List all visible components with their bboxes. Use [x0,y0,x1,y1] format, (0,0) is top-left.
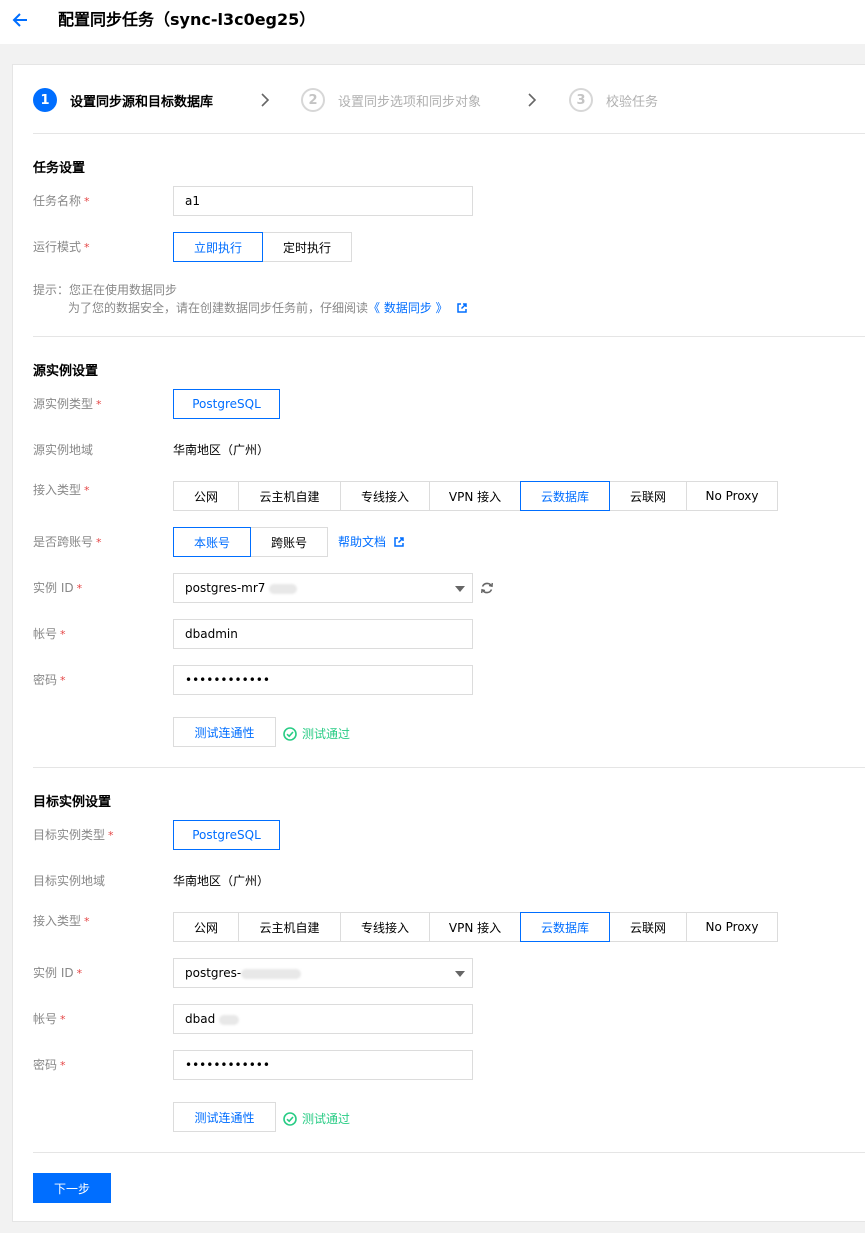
source-type-label: 源实例类型 * [33,397,102,411]
target-password-label: 密码 * [33,1058,66,1072]
access-vpn[interactable]: VPN 接入 [429,912,521,942]
dropdown-arrow-icon [455,586,465,592]
divider [33,767,865,768]
target-access-group: 公网 云主机自建 专线接入 VPN 接入 云数据库 云联网 No Proxy [173,912,778,942]
access-public[interactable]: 公网 [173,481,239,511]
hint-line-1: 提示：您正在使用数据同步 [33,283,178,297]
divider [33,133,865,134]
step-1-number: 1 [33,88,57,112]
main-panel: 1 设置同步源和目标数据库 2 设置同步选项和同步对象 3 校验任务 任务设置 … [12,64,865,1222]
target-type-postgresql[interactable]: PostgreSQL [173,820,280,850]
task-name-label: 任务名称 * [33,194,90,208]
source-instance-label: 实例 ID * [33,581,83,595]
target-type-label: 目标实例类型 * [33,828,114,842]
same-account-button[interactable]: 本账号 [173,527,251,557]
cross-account-label: 是否跨账号 * [33,535,102,549]
refresh-icon[interactable] [480,581,494,595]
step-1-label: 设置同步源和目标数据库 [70,94,214,110]
target-region-value: 华南地区（广州） [173,874,270,888]
page-title: 配置同步任务（sync-l3c0eg25） [58,10,316,29]
step-3-number: 3 [569,88,593,112]
step-2-label: 设置同步选项和同步对象 [338,94,482,110]
top-bar: 配置同步任务（sync-l3c0eg25） [0,0,865,44]
task-section-title: 任务设置 [33,161,86,176]
run-now-button[interactable]: 立即执行 [173,232,263,262]
cross-account-button[interactable]: 跨账号 [250,527,328,557]
target-account-label: 帐号 * [33,1012,66,1026]
source-account-input[interactable]: dbadmin [173,619,473,649]
access-direct-connect[interactable]: 专线接入 [340,481,430,511]
access-cloud-database[interactable]: 云数据库 [520,481,610,511]
redacted-mask [241,968,302,979]
access-direct-connect[interactable]: 专线接入 [340,912,430,942]
source-test-result: 测试通过 [283,725,350,742]
redacted-mask [219,1014,240,1025]
external-link-icon[interactable] [457,303,468,313]
data-sync-doc-link[interactable]: 《 数据同步 》 [368,301,448,315]
step-2: 2 设置同步选项和同步对象 [301,88,481,112]
hint-line-2: 为了您的数据安全，请在创建数据同步任务前，仔细阅读《 数据同步 》 [33,299,468,317]
divider [33,1152,865,1153]
source-password-input[interactable]: •••••••••••• [173,665,473,695]
target-region-label: 目标实例地域 [33,874,106,888]
source-access-label: 接入类型 * [33,483,90,497]
target-instance-label: 实例 ID * [33,966,83,980]
dropdown-arrow-icon [455,971,465,977]
run-mode-label: 运行模式 * [33,240,90,254]
access-cvm-self-built[interactable]: 云主机自建 [238,481,341,511]
source-instance-select[interactable]: postgres-mr7 [173,573,473,603]
run-mode-group: 立即执行 定时执行 [173,232,352,262]
access-cvm-self-built[interactable]: 云主机自建 [238,912,341,942]
source-account-label: 帐号 * [33,627,66,641]
access-public[interactable]: 公网 [173,912,239,942]
source-type-postgresql[interactable]: PostgreSQL [173,389,280,419]
source-access-group: 公网 云主机自建 专线接入 VPN 接入 云数据库 云联网 No Proxy [173,481,778,511]
step-3-label: 校验任务 [606,94,659,110]
target-account-input[interactable]: dbad [173,1004,473,1034]
access-no-proxy[interactable]: No Proxy [686,481,778,511]
target-password-input[interactable]: •••••••••••• [173,1050,473,1080]
access-no-proxy[interactable]: No Proxy [686,912,778,942]
source-test-connection-button[interactable]: 测试连通性 [173,717,276,747]
chevron-right-icon [261,93,270,107]
scheduled-run-button[interactable]: 定时执行 [262,232,352,262]
target-access-label: 接入类型 * [33,914,90,928]
divider [33,336,865,337]
chevron-right-icon [528,93,537,107]
help-doc-link[interactable]: 帮助文档 [338,534,404,550]
back-arrow-icon[interactable] [10,9,32,31]
step-1: 1 设置同步源和目标数据库 [33,88,213,112]
check-circle-icon [283,726,297,741]
cross-account-group: 本账号 跨账号 [173,527,328,557]
step-3: 3 校验任务 [569,88,658,112]
access-ccn[interactable]: 云联网 [609,912,687,942]
task-name-input[interactable]: a1 [173,186,473,216]
source-section-title: 源实例设置 [33,364,99,379]
next-step-button[interactable]: 下一步 [33,1173,111,1203]
target-section-title: 目标实例设置 [33,795,112,810]
source-region-label: 源实例地域 [33,443,94,457]
target-instance-select[interactable]: postgres- [173,958,473,988]
redacted-mask [269,583,298,594]
check-circle-icon [283,1111,297,1126]
source-password-label: 密码 * [33,673,66,687]
access-cloud-database[interactable]: 云数据库 [520,912,610,942]
hint-text: 提示：您正在使用数据同步 为了您的数据安全，请在创建数据同步任务前，仔细阅读《 … [33,281,468,317]
access-ccn[interactable]: 云联网 [609,481,687,511]
source-region-value: 华南地区（广州） [173,443,270,457]
target-test-result: 测试通过 [283,1110,350,1127]
external-link-icon [394,537,404,547]
step-2-number: 2 [301,88,325,112]
access-vpn[interactable]: VPN 接入 [429,481,521,511]
target-test-connection-button[interactable]: 测试连通性 [173,1102,276,1132]
